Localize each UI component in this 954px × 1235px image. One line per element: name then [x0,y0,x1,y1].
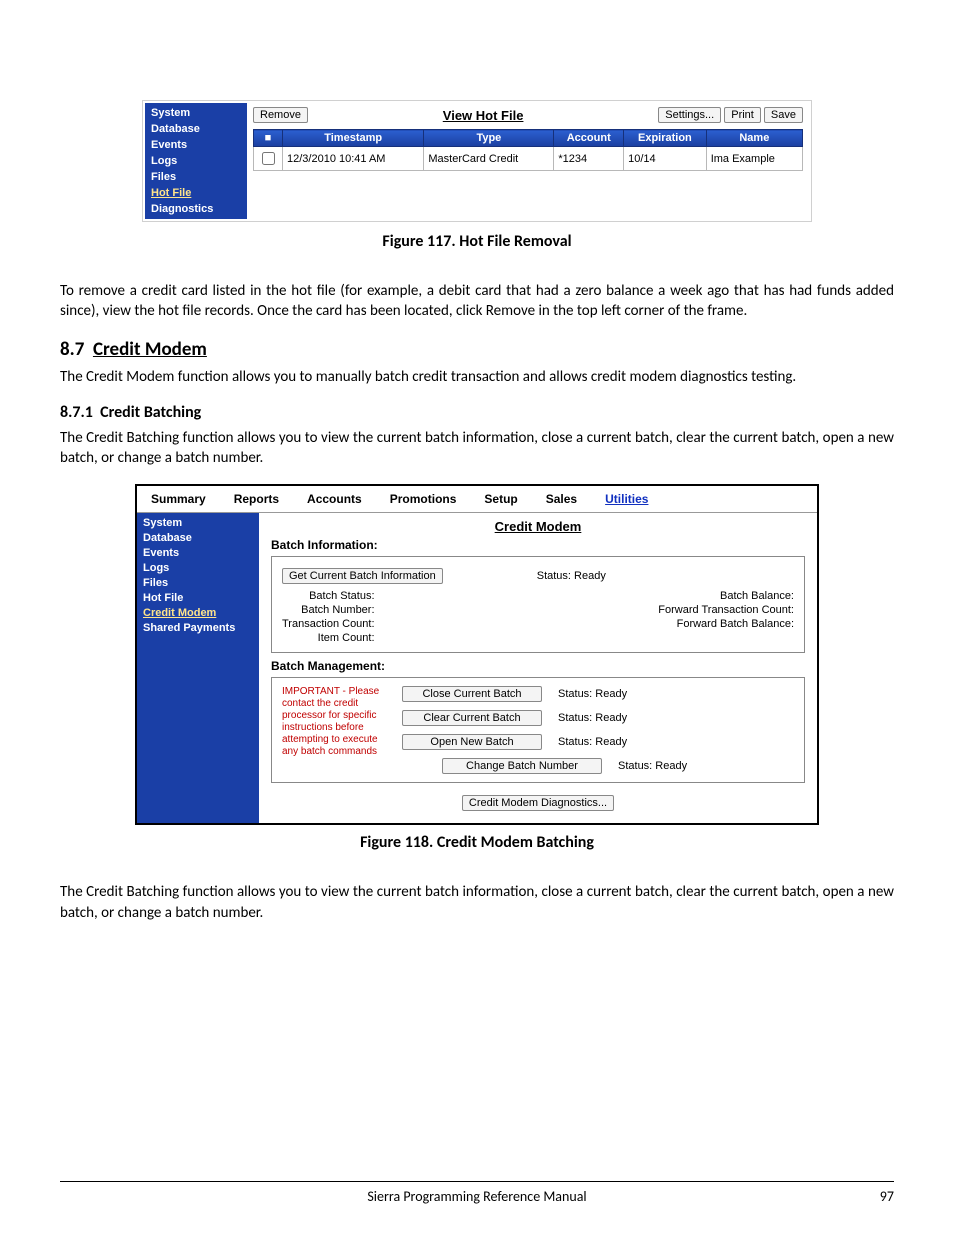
sidebar-item-hot-file[interactable]: Hot File [151,187,241,199]
remove-button[interactable]: Remove [253,107,308,123]
open-new-batch-button[interactable]: Open New Batch [402,734,542,750]
page-footer: Sierra Programming Reference Manual 97 [60,1181,894,1205]
batch-management-heading: Batch Management: [271,659,805,673]
credit-modem-title: Credit Modem [271,519,805,534]
figure-118-credit-modem: Summary Reports Accounts Promotions Setu… [135,484,819,825]
open-batch-status: Status: Ready [558,736,627,748]
change-batch-status: Status: Ready [618,760,687,772]
footer-title: Sierra Programming Reference Manual [367,1188,586,1205]
col-checkbox: ■ [254,130,283,147]
get-batch-status: Status: Ready [537,570,606,582]
tab-setup[interactable]: Setup [470,486,531,512]
credit-modem-diagnostics-button[interactable]: Credit Modem Diagnostics... [462,795,614,811]
figure-118-caption: Figure 118. Credit Modem Batching [60,833,894,852]
table-row[interactable]: 12/3/2010 10:41 AM MasterCard Credit *12… [254,147,803,171]
subsection-number: 8.7.1 [60,403,93,422]
tab-promotions[interactable]: Promotions [376,486,471,512]
subsection-8-7-1-heading: 8.7.1 Credit Batching [60,403,894,422]
sidebar-item-hot-file[interactable]: Hot File [143,592,253,604]
cell-name: Ima Example [706,147,802,171]
clear-batch-status: Status: Ready [558,712,627,724]
col-type: Type [424,130,554,147]
col-expiration: Expiration [624,130,707,147]
tab-summary[interactable]: Summary [137,486,220,512]
sidebar-item-files[interactable]: Files [143,577,253,589]
paragraph-credit-batching-2: The Credit Batching function allows you … [60,882,894,923]
label-batch-status: Batch Status: [282,590,375,602]
tab-reports[interactable]: Reports [220,486,293,512]
label-batch-balance: Batch Balance: [658,590,794,602]
sidebar-item-database[interactable]: Database [151,123,241,135]
tab-accounts[interactable]: Accounts [293,486,376,512]
cell-account: *1234 [554,147,624,171]
cell-timestamp: 12/3/2010 10:41 AM [283,147,424,171]
batch-information-heading: Batch Information: [271,538,805,552]
top-tab-bar: Summary Reports Accounts Promotions Setu… [137,486,817,513]
sidebar-item-database[interactable]: Database [143,532,253,544]
view-hot-file-title: View Hot File [308,108,658,123]
batch-information-box: Get Current Batch Information Status: Re… [271,556,805,653]
close-current-batch-button[interactable]: Close Current Batch [402,686,542,702]
change-batch-number-button[interactable]: Change Batch Number [442,758,602,774]
sidebar-item-events[interactable]: Events [151,139,241,151]
section-8-7-heading: 8.7 Credit Modem [60,338,894,361]
section-title: Credit Modem [93,338,207,361]
section-number: 8.7 [60,338,84,361]
col-timestamp: Timestamp [283,130,424,147]
label-forward-batch-balance: Forward Batch Balance: [658,618,794,630]
figure-117-caption: Figure 117. Hot File Removal [60,232,894,251]
close-batch-status: Status: Ready [558,688,627,700]
tab-sales[interactable]: Sales [532,486,591,512]
footer-page-number: 97 [880,1188,894,1205]
save-button[interactable]: Save [764,107,803,123]
settings-button[interactable]: Settings... [658,107,721,123]
sidebar-item-shared-payments[interactable]: Shared Payments [143,622,253,634]
col-name: Name [706,130,802,147]
col-account: Account [554,130,624,147]
label-batch-number: Batch Number: [282,604,375,616]
clear-current-batch-button[interactable]: Clear Current Batch [402,710,542,726]
print-button[interactable]: Print [724,107,761,123]
sidebar-item-events[interactable]: Events [143,547,253,559]
sidebar-item-diagnostics[interactable]: Diagnostics [151,203,241,215]
sidebar-item-files[interactable]: Files [151,171,241,183]
paragraph-credit-modem-intro: The Credit Modem function allows you to … [60,367,894,387]
label-transaction-count: Transaction Count: [282,618,375,630]
sidebar-item-system[interactable]: System [143,517,253,529]
sidebar-item-logs[interactable]: Logs [151,155,241,167]
sidebar-item-credit-modem[interactable]: Credit Modem [143,607,253,619]
label-forward-tx-count: Forward Transaction Count: [658,604,794,616]
hot-file-table: ■ Timestamp Type Account Expiration Name… [253,129,803,171]
batch-management-box: IMPORTANT - Please contact the credit pr… [271,677,805,783]
figure-117-hot-file: System Database Events Logs Files Hot Fi… [142,100,812,222]
fig118-sidebar: System Database Events Logs Files Hot Fi… [137,513,259,823]
sidebar-item-logs[interactable]: Logs [143,562,253,574]
label-item-count: Item Count: [282,632,375,644]
batch-warning-text: IMPORTANT - Please contact the credit pr… [282,686,392,774]
get-current-batch-button[interactable]: Get Current Batch Information [282,568,443,584]
fig117-sidebar: System Database Events Logs Files Hot Fi… [145,103,247,219]
sidebar-item-system[interactable]: System [151,107,241,119]
cell-expiration: 10/14 [624,147,707,171]
row-checkbox[interactable] [262,152,275,165]
paragraph-credit-batching-1: The Credit Batching function allows you … [60,428,894,469]
subsection-title: Credit Batching [100,403,201,422]
paragraph-remove-hot-file: To remove a credit card listed in the ho… [60,281,894,322]
tab-utilities[interactable]: Utilities [591,486,662,512]
cell-type: MasterCard Credit [424,147,554,171]
